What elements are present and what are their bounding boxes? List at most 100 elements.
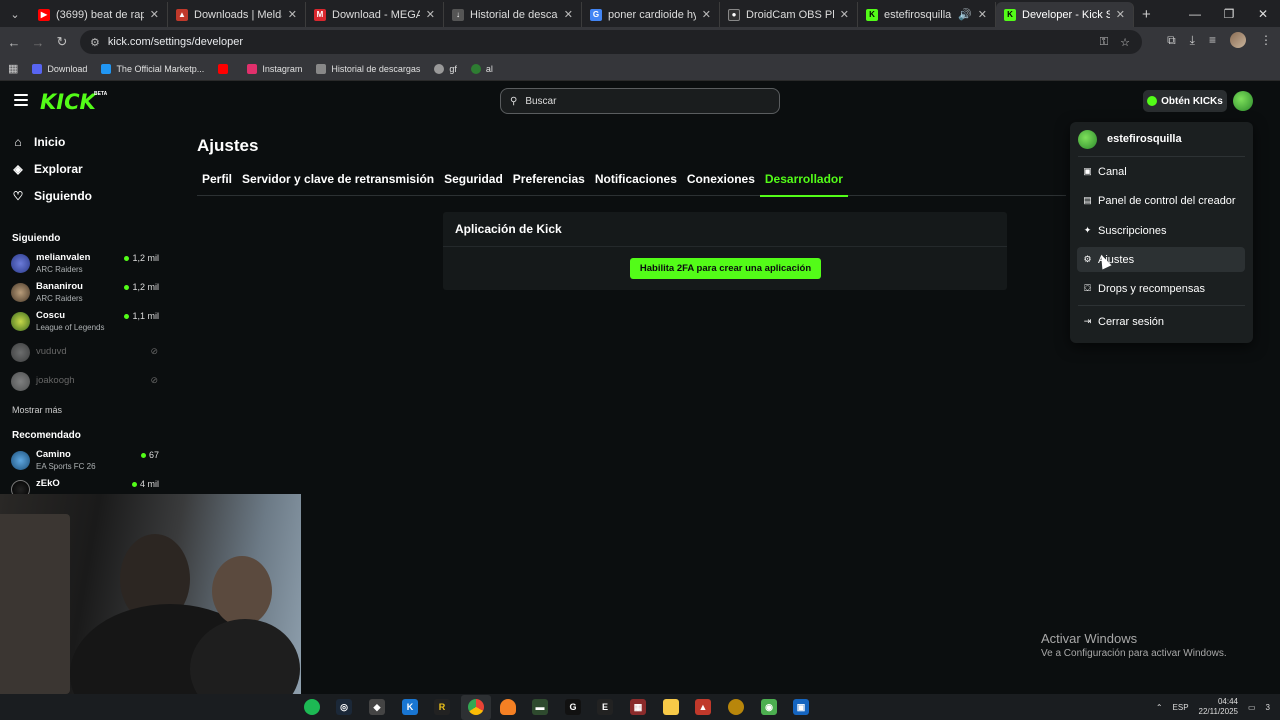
menu-item-subscriptions[interactable]: ✦ Suscripciones [1077, 218, 1245, 243]
browser-tab[interactable]: Kestefirosquilla Stream 🔊 ✕ [858, 2, 996, 27]
close-icon[interactable]: ✕ [840, 8, 849, 21]
app-icon[interactable]: R [434, 699, 450, 715]
menu-icon[interactable]: ⋮ [1260, 33, 1272, 47]
browser-tab[interactable]: ▶ (3699) beat de rap - YouTu ✕ [30, 2, 168, 27]
search-icon: ⚲ [510, 95, 518, 107]
tab-developer[interactable]: Desarrollador [759, 170, 848, 197]
menu-item-logout[interactable]: ⇥ Cerrar sesión [1077, 309, 1245, 334]
live-dot-icon [131, 481, 137, 487]
audio-icon[interactable]: 🔊 [958, 8, 972, 21]
sidebar-item-following[interactable]: ♡ Siguiendo [12, 189, 92, 203]
menu-item-channel[interactable]: ▣ Canal [1077, 159, 1245, 184]
cloud-icon[interactable] [500, 699, 516, 715]
download-icon: ↓ [452, 8, 464, 21]
browser-tab[interactable]: ▲ Downloads | MeldaProdu ✕ [168, 2, 306, 27]
channel-item-offline[interactable]: joakoogh ⊘ [11, 368, 161, 394]
bookmark-star-icon[interactable]: ☆ [1120, 36, 1130, 49]
bookmark-item[interactable]: gf [434, 63, 457, 74]
notification-icon[interactable]: ▭ [1248, 703, 1256, 712]
downloads-icon[interactable]: ⤓ [1190, 33, 1195, 48]
clock[interactable]: 04:44 22/11/2025 [1199, 697, 1238, 717]
door-shape [0, 514, 70, 694]
steam-icon[interactable]: ◎ [336, 699, 352, 715]
channel-item[interactable]: Camino EA Sports FC 26 67 [11, 447, 161, 473]
channel-item[interactable]: melianvalen ARC Raiders 1,2 mil [11, 250, 161, 276]
close-icon[interactable]: ✕ [1116, 8, 1125, 21]
user-avatar[interactable] [1233, 91, 1253, 111]
winrar-icon[interactable]: ▦ [630, 699, 646, 715]
forward-icon[interactable]: → [26, 35, 50, 50]
browser-tab[interactable]: M Download - MEGA ✕ [306, 2, 444, 27]
kick-logo[interactable]: KICK [40, 90, 96, 114]
get-kicks-button[interactable]: Obtén KICKs [1143, 90, 1227, 112]
cube-icon[interactable]: ◆ [369, 699, 385, 715]
language-indicator[interactable]: ESP [1173, 703, 1189, 712]
tab-search-button[interactable]: ⌄ [4, 3, 26, 25]
enable-2fa-button[interactable]: Habilita 2FA para crear una aplicación [630, 258, 821, 279]
chevron-up-icon[interactable]: ⌃ [1156, 703, 1163, 712]
restore-icon[interactable]: ❐ [1212, 0, 1246, 27]
new-tab-button[interactable]: + [1142, 6, 1151, 23]
app-icon[interactable]: ▣ [793, 699, 809, 715]
channel-item[interactable]: Bananirou ARC Raiders 1,2 mil [11, 279, 161, 305]
tab-stream-key[interactable]: Servidor y clave de retransmisión [237, 170, 439, 196]
window-controls: — ❐ ✕ [1178, 0, 1280, 27]
close-icon[interactable]: ✕ [426, 8, 435, 21]
close-icon[interactable]: ✕ [702, 8, 711, 21]
key-icon[interactable]: ⚿ [1100, 36, 1108, 49]
app-icon[interactable]: ◉ [761, 699, 777, 715]
extensions-icon[interactable]: ⧉ [1167, 33, 1176, 48]
bookmark-item[interactable]: The Official Marketp... [101, 63, 204, 74]
bookmark-item[interactable]: Historial de descargas [316, 63, 420, 74]
terminal-icon[interactable]: ▬ [532, 699, 548, 715]
minimize-icon[interactable]: — [1178, 0, 1212, 27]
menu-username[interactable]: estefirosquilla [1107, 133, 1182, 145]
search-input[interactable]: ⚲ Buscar [500, 88, 780, 114]
tab-title: Developer - Kick Streamin [1022, 8, 1110, 21]
back-icon[interactable]: ← [2, 35, 26, 50]
browser-tab[interactable]: ● DroidCam OBS Plugin | D ✕ [720, 2, 858, 27]
bookmark-item[interactable] [218, 63, 233, 74]
menu-item-drops[interactable]: ⛋ Drops y recompensas [1077, 276, 1245, 301]
site-info-icon[interactable]: ⚙ [90, 36, 100, 49]
menu-item-creator-dashboard[interactable]: ▤ Panel de control del creador [1077, 188, 1245, 213]
sidebar-item-explore[interactable]: ◈ Explorar [12, 162, 82, 176]
tab-preferences[interactable]: Preferencias [508, 170, 590, 196]
show-more-link[interactable]: Mostrar más [12, 405, 62, 415]
browser-tab[interactable]: Gponer cardioide hyperx - ✕ [582, 2, 720, 27]
close-icon[interactable]: ✕ [150, 8, 159, 21]
bookmark-item[interactable]: al [470, 63, 493, 74]
tab-profile[interactable]: Perfil [197, 170, 237, 196]
spotify-icon[interactable] [304, 699, 320, 715]
bookmark-item[interactable]: Instagram [247, 63, 302, 74]
avatar [11, 343, 30, 362]
close-icon[interactable]: ✕ [288, 8, 297, 21]
browser-tab-active[interactable]: K Developer - Kick Streamin ✕ [996, 2, 1134, 27]
channel-item-offline[interactable]: vuduvd ⊘ [11, 339, 161, 365]
tab-connections[interactable]: Conexiones [682, 170, 760, 196]
reload-icon[interactable]: ↻ [50, 34, 74, 50]
app-icon[interactable]: ▲ [695, 699, 711, 715]
bookmark-label: al [485, 63, 493, 74]
app-icon[interactable]: K [402, 699, 418, 715]
tab-notifications[interactable]: Notificaciones [590, 170, 682, 196]
close-window-icon[interactable]: ✕ [1246, 0, 1280, 27]
bookmark-item[interactable]: Download [32, 63, 87, 74]
browser-tab[interactable]: ↓ Historial de descargas ✕ [444, 2, 582, 27]
folder-icon[interactable] [663, 699, 679, 715]
apps-icon[interactable]: ▦ [8, 62, 18, 75]
close-icon[interactable]: ✕ [564, 8, 573, 21]
media-icon[interactable]: ≡ [1209, 33, 1216, 47]
channel-item[interactable]: Coscu League of Legends 1,1 mil [11, 308, 161, 334]
sidebar-item-home[interactable]: ⌂ Inicio [12, 135, 65, 149]
address-bar[interactable]: ⚙ kick.com/settings/developer ⚿ ☆ [80, 30, 1142, 54]
tab-security[interactable]: Seguridad [439, 170, 508, 196]
profile-avatar[interactable] [1230, 32, 1246, 48]
close-icon[interactable]: ✕ [978, 8, 987, 21]
viewer-count: 1,2 mil [124, 282, 159, 292]
chrome-icon[interactable] [468, 699, 484, 715]
shield-icon[interactable] [728, 699, 744, 715]
logitech-icon[interactable]: G [565, 699, 581, 715]
hamburger-menu-icon[interactable] [14, 94, 28, 106]
epic-games-icon[interactable]: E [597, 699, 613, 715]
